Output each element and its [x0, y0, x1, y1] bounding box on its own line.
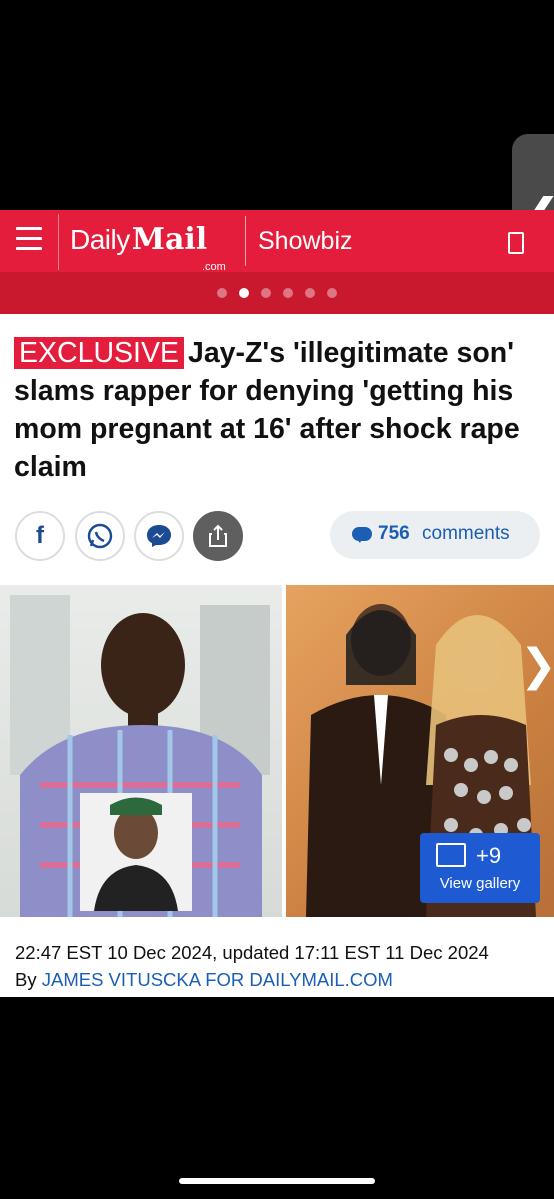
view-gallery-button[interactable]: +9 View gallery — [420, 833, 540, 903]
messenger-icon — [147, 525, 171, 547]
carousel-dots — [0, 288, 554, 298]
facebook-icon: f — [36, 522, 44, 549]
byline: By JAMES VITUSCKA FOR DAILYMAIL.COM — [15, 969, 393, 991]
whatsapp-icon — [87, 523, 113, 549]
comments-label: comments — [422, 523, 510, 544]
facebook-share-button[interactable]: f — [15, 511, 65, 561]
carousel-bar — [0, 272, 554, 314]
section-title[interactable]: Showbiz — [258, 227, 353, 256]
header-divider — [58, 214, 59, 270]
article: EXCLUSIVE Jay-Z's 'illegitimate son' slam… — [0, 314, 554, 997]
gallery-icon — [436, 843, 466, 867]
byline-prefix: By — [15, 969, 37, 990]
messenger-share-button[interactable] — [134, 511, 184, 561]
headline: EXCLUSIVE Jay-Z's 'illegitimate son' slam… — [14, 334, 539, 486]
carousel-dot[interactable] — [327, 288, 337, 298]
site-header: DailyMail .com Showbiz — [0, 210, 554, 273]
home-indicator[interactable] — [179, 1178, 375, 1184]
dailymail-logo[interactable]: DailyMail .com — [70, 222, 226, 273]
share-button[interactable] — [193, 511, 243, 561]
carousel-dot[interactable] — [261, 288, 271, 298]
comments-button[interactable]: 756 comments — [330, 511, 540, 559]
chevron-right-icon[interactable]: ❯ — [520, 644, 554, 688]
carousel-dot[interactable] — [283, 288, 293, 298]
exclusive-badge: EXCLUSIVE — [14, 337, 184, 369]
carousel-dot-active[interactable] — [239, 288, 249, 298]
article-image-left[interactable] — [0, 585, 282, 917]
header-divider — [245, 216, 246, 266]
photo-man-holding-picture — [10, 595, 270, 917]
gallery-label: View gallery — [439, 875, 521, 892]
carousel-dot[interactable] — [305, 288, 315, 298]
author-link[interactable]: JAMES VITUSCKA FOR DAILYMAIL.COM — [42, 969, 393, 990]
share-icon — [209, 524, 227, 547]
page-icon[interactable] — [508, 232, 524, 254]
hamburger-icon[interactable] — [16, 227, 42, 255]
comment-bubble-icon — [352, 527, 372, 543]
comments-count: 756 — [378, 523, 410, 544]
dateline: 22:47 EST 10 Dec 2024, updated 17:11 EST… — [15, 942, 489, 963]
gallery-count: +9 — [476, 843, 502, 868]
carousel-dot[interactable] — [217, 288, 227, 298]
whatsapp-share-button[interactable] — [75, 511, 125, 561]
